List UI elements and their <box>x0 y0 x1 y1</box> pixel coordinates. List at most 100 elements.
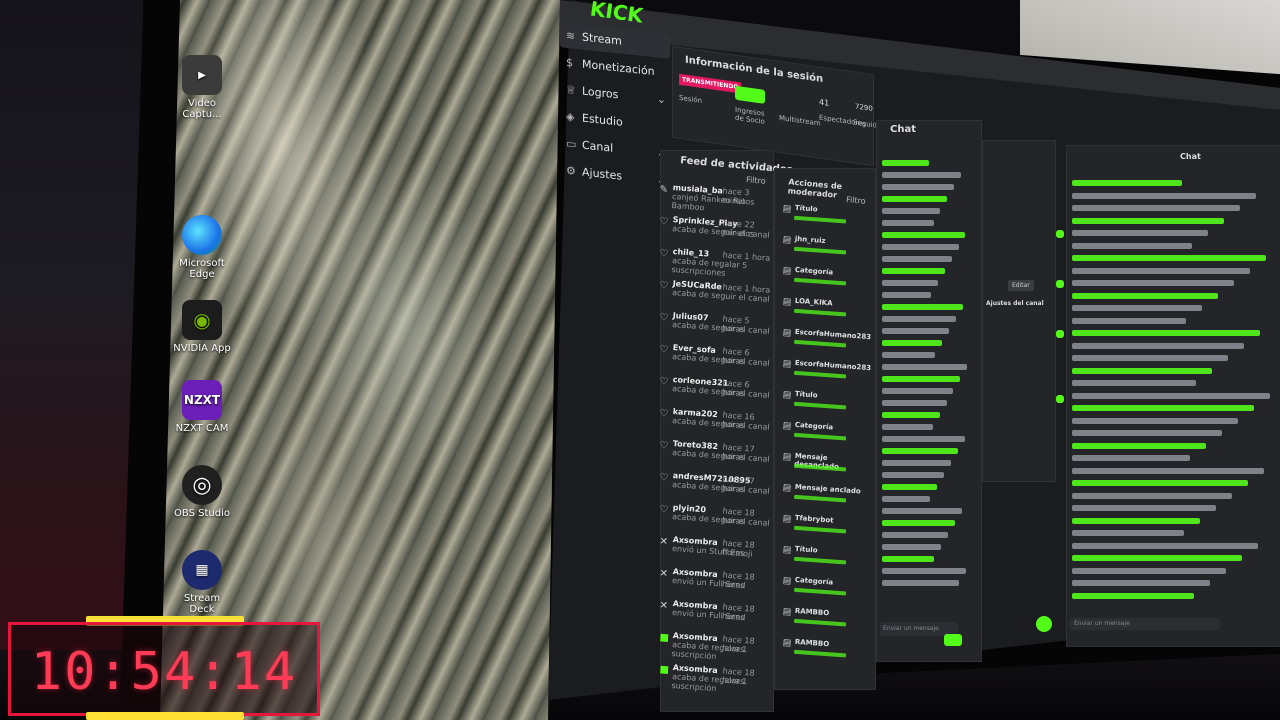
chat-message-line <box>1072 480 1248 486</box>
mod-action-detail <box>794 432 847 441</box>
activity-feed-filter[interactable]: Filtro <box>746 175 766 186</box>
chat-message-line <box>1072 455 1190 461</box>
emote-icon: ✕ <box>659 568 669 580</box>
popout-chat-title: Chat <box>1180 152 1201 161</box>
desktop-icon-label: NZXT CAM <box>175 423 229 434</box>
chat-message-line <box>882 304 963 310</box>
chat-message-line <box>882 448 958 454</box>
mod-action-detail <box>794 308 847 317</box>
chat-message-line <box>882 484 938 490</box>
chat-message-line <box>882 388 954 394</box>
mod-action-row[interactable]: ▤ Título <box>781 544 869 580</box>
clock-time: 10:54:14 <box>30 642 298 702</box>
chat-message-line <box>882 172 962 178</box>
heart-icon: ♡ <box>659 344 669 356</box>
chat-message-line <box>1072 242 1192 249</box>
mod-action-name: jhn_ruiz <box>794 234 826 246</box>
mod-actions-filter[interactable]: Filtro <box>846 195 866 206</box>
chat-message-line <box>1072 367 1212 374</box>
mod-action-row[interactable]: ▤ Tfabrybot <box>781 513 869 549</box>
emote-icon: ✕ <box>659 536 669 548</box>
edit-button[interactable]: Editar <box>1008 280 1034 291</box>
heart-icon: ♡ <box>659 440 669 452</box>
mod-action-row[interactable]: ▤ jhn_ruiz <box>781 234 869 270</box>
chat-message-line <box>882 436 965 442</box>
mod-action-name: Tfabrybot <box>794 513 834 525</box>
mod-action-icon: ▤ <box>782 545 792 556</box>
chat-message-line <box>1072 355 1228 361</box>
chat-message-line <box>1072 305 1202 311</box>
quick-action-button[interactable] <box>1056 280 1064 288</box>
sidebar-item-label: Ajustes <box>582 165 623 183</box>
chat-message-line <box>882 364 968 370</box>
desktop-icon-video-capture[interactable]: ▶ Video Captu... <box>172 55 232 120</box>
creator-sidebar: ≋ Stream $ Monetización ♕ Logros ⌄ ◈ Est… <box>560 22 670 190</box>
mod-action-row[interactable]: ▤ RAMBBO <box>781 606 869 642</box>
chat-message-line <box>1072 555 1242 561</box>
heart-icon: ♡ <box>659 472 669 484</box>
popout-chat-input[interactable]: Enviar un mensaje <box>1070 618 1220 630</box>
chat-message-line <box>882 256 952 262</box>
mod-action-name: RAMBBO <box>794 606 830 618</box>
multistream-label[interactable]: Multistream <box>779 114 821 128</box>
chat-message-line <box>1072 405 1254 411</box>
mod-action-row[interactable]: ▤ EscorfaHumano283 <box>781 327 871 363</box>
feed-row-time: hace 5 horas <box>721 314 750 335</box>
desktop-icon-nzxt[interactable]: NZXT NZXT CAM <box>172 380 232 434</box>
chat-message-line <box>1072 267 1250 274</box>
chat-message-line <box>1072 592 1194 599</box>
mod-action-name: Categoría <box>794 575 834 587</box>
feed-row-time: hace 17 horas <box>721 474 755 495</box>
mod-action-row[interactable]: ▤ Título <box>781 203 869 239</box>
heart-icon: ♡ <box>659 408 669 420</box>
mod-action-row[interactable]: ▤ Categoría <box>781 420 869 456</box>
mod-action-detail <box>794 215 847 224</box>
feed-row-time: hace 18 horas <box>721 506 755 527</box>
chat-title: Chat <box>890 124 916 135</box>
desktop-icon-nvidia[interactable]: ◉ NVIDIA App <box>172 300 232 354</box>
chat-message-line <box>882 520 956 526</box>
heart-icon: ♡ <box>659 312 669 324</box>
follower-count: 7290 <box>855 102 873 114</box>
mod-action-row[interactable]: ▤ Categoría <box>781 575 869 611</box>
mod-action-row[interactable]: ▤ LOA_KIKA <box>781 296 869 332</box>
desktop-icon-edge[interactable]: Microsoft Edge <box>172 215 232 280</box>
chevron-down-icon: ⌄ <box>656 92 666 107</box>
desktop-icon-obs[interactable]: ◎ OBS Studio <box>172 465 232 519</box>
feed-row-time: hace 3 minutos <box>721 186 755 207</box>
emote-picker-button[interactable] <box>1036 616 1052 632</box>
nzxt-logo-icon: NZXT <box>182 380 222 420</box>
video-camera-icon: ▶ <box>182 55 222 95</box>
desktop-icon-label: OBS Studio <box>174 508 230 519</box>
quick-action-button[interactable] <box>1056 330 1064 338</box>
mod-action-row[interactable]: ▤ RAMBBO <box>781 637 869 673</box>
chat-message-line <box>1072 417 1238 424</box>
mod-action-row[interactable]: ▤ Mensaje anclado <box>781 482 869 518</box>
channel-settings-title: Ajustes del canal <box>986 300 1044 307</box>
mod-action-row[interactable]: ▤ Categoría <box>781 265 869 301</box>
heart-icon: ♡ <box>659 216 669 228</box>
mod-action-detail <box>794 339 847 348</box>
mod-action-icon: ▤ <box>782 359 792 370</box>
mod-action-row[interactable]: ▤ Título <box>781 389 869 425</box>
chat-message-line <box>882 412 940 418</box>
mod-action-icon: ▤ <box>782 607 792 618</box>
chat-message-line <box>882 376 961 382</box>
stream-deck-grid-icon: ▦ <box>182 550 222 590</box>
desktop-icon-stream-deck[interactable]: ▦ Stream Deck <box>172 550 232 615</box>
mod-action-icon: ▤ <box>782 328 792 339</box>
chat-message-line <box>882 352 936 358</box>
layers-icon: ◈ <box>566 109 575 124</box>
chat-message-line <box>882 496 931 502</box>
chat-send-button[interactable] <box>944 634 962 646</box>
desktop-icon-label: NVIDIA App <box>173 343 231 354</box>
mod-action-icon: ▤ <box>782 514 792 525</box>
heart-icon: ♡ <box>659 248 669 260</box>
mod-action-row[interactable]: ▤ EscorfaHumano283 <box>781 358 871 394</box>
feed-row-time: hace 22 minutos <box>721 218 755 239</box>
desktop-icon-label: Stream Deck <box>183 593 221 615</box>
mod-action-row[interactable]: ▤Mensaje desanclado <box>781 451 869 487</box>
quick-action-button[interactable] <box>1056 230 1064 238</box>
quick-action-button[interactable] <box>1056 395 1064 403</box>
chat-message-line <box>1072 205 1240 211</box>
